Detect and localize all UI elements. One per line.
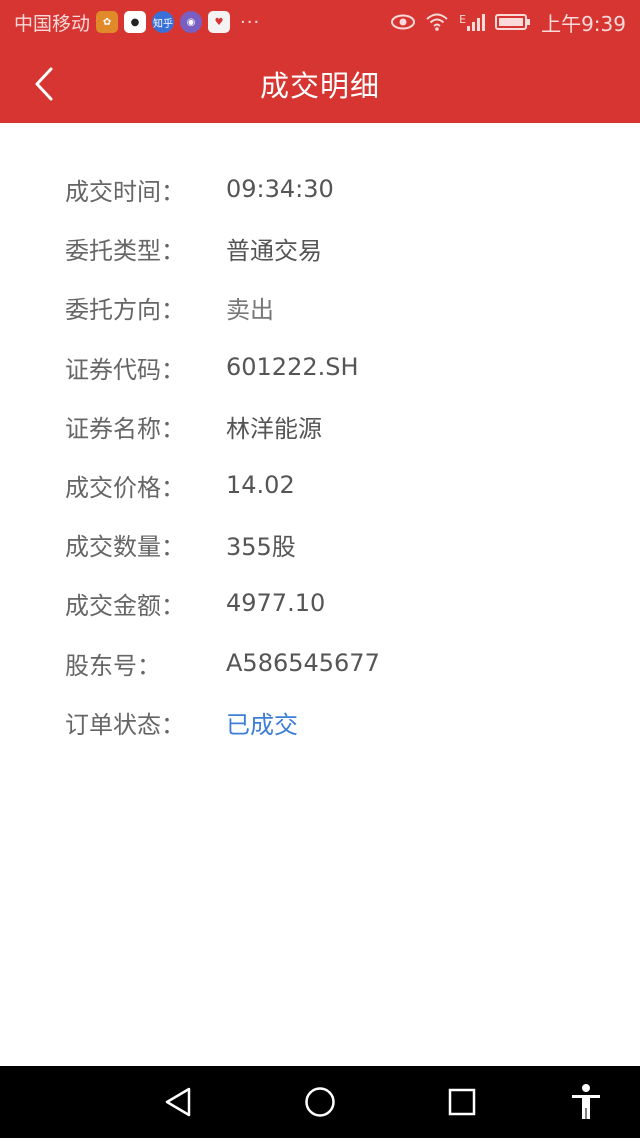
more-notifications-icon: ··· [240, 11, 261, 33]
qq-icon: ● [124, 11, 147, 33]
detail-value: 普通交易 [226, 236, 322, 265]
detail-label: 证券名称： [65, 414, 185, 443]
system-nav-bar [0, 1066, 640, 1138]
detail-label: 成交数量： [65, 532, 185, 561]
app-icon: ◉ [180, 11, 203, 33]
detail-row-order-status: 订单状态： 已成交 [0, 697, 640, 747]
eye-icon [391, 14, 416, 30]
detail-value: 林洋能源 [226, 414, 322, 443]
nav-back-button[interactable] [158, 1082, 198, 1122]
weibo-icon: ✿ [96, 11, 119, 33]
detail-value: 09:34:30 [226, 175, 334, 203]
detail-row-trade-quantity: 成交数量： 355股 [0, 519, 640, 569]
detail-value: 601222.SH [226, 353, 359, 381]
network-type-label: E [459, 13, 467, 26]
detail-row-trade-price: 成交价格： 14.02 [0, 460, 640, 510]
status-left: 中国移动 ✿ ● 知乎 ◉ ♥ ··· [14, 9, 260, 36]
detail-label: 成交时间： [65, 177, 185, 206]
status-right: E 上午9:39 [391, 8, 626, 37]
page-title: 成交明细 [259, 68, 380, 103]
detail-row-order-type: 委托类型： 普通交易 [0, 223, 640, 273]
wifi-icon [425, 12, 449, 32]
nav-home-button[interactable] [300, 1082, 340, 1122]
triangle-back-icon [165, 1087, 191, 1117]
detail-value: 14.02 [226, 471, 295, 499]
circle-home-icon [305, 1087, 335, 1117]
detail-label: 委托方向： [65, 295, 185, 324]
battery-icon [495, 13, 531, 31]
detail-label: 订单状态： [65, 710, 185, 739]
app-header: 成交明细 [0, 44, 640, 123]
app-icon: ♥ [208, 11, 231, 33]
status-bar: 中国移动 ✿ ● 知乎 ◉ ♥ ··· E 上午9:39 [0, 0, 640, 44]
detail-value: A586545677 [226, 649, 380, 677]
detail-row-shareholder-id: 股东号： A586545677 [0, 638, 640, 688]
detail-label: 委托类型： [65, 236, 185, 265]
order-status-value: 已成交 [226, 710, 298, 739]
signal-icon: E [459, 13, 486, 31]
accessibility-button[interactable] [566, 1082, 606, 1122]
detail-value: 355股 [226, 532, 296, 561]
carrier-name: 中国移动 [14, 12, 91, 35]
detail-row-security-name: 证券名称： 林洋能源 [0, 401, 640, 451]
chevron-left-icon [35, 67, 53, 101]
detail-label: 股东号： [65, 651, 161, 680]
app-root: 中国移动 ✿ ● 知乎 ◉ ♥ ··· E 上午9:39 成交明细 成交时间： … [0, 0, 640, 1138]
detail-label: 成交价格： [65, 473, 185, 502]
detail-label: 证券代码： [65, 355, 185, 384]
clock: 上午9:39 [541, 11, 626, 36]
detail-value: 4977.10 [226, 589, 326, 617]
zhihu-icon: 知乎 [152, 11, 175, 33]
square-recents-icon [448, 1088, 476, 1116]
detail-value: 卖出 [226, 295, 274, 324]
back-button[interactable] [22, 62, 66, 106]
detail-row-direction: 委托方向： 卖出 [0, 282, 640, 332]
detail-row-security-code: 证券代码： 601222.SH [0, 342, 640, 392]
nav-recents-button[interactable] [442, 1082, 482, 1122]
detail-row-trade-time: 成交时间： 09:34:30 [0, 164, 640, 214]
detail-label: 成交金额： [65, 591, 185, 620]
accessibility-icon [572, 1084, 600, 1119]
detail-row-trade-amount: 成交金额： 4977.10 [0, 578, 640, 628]
